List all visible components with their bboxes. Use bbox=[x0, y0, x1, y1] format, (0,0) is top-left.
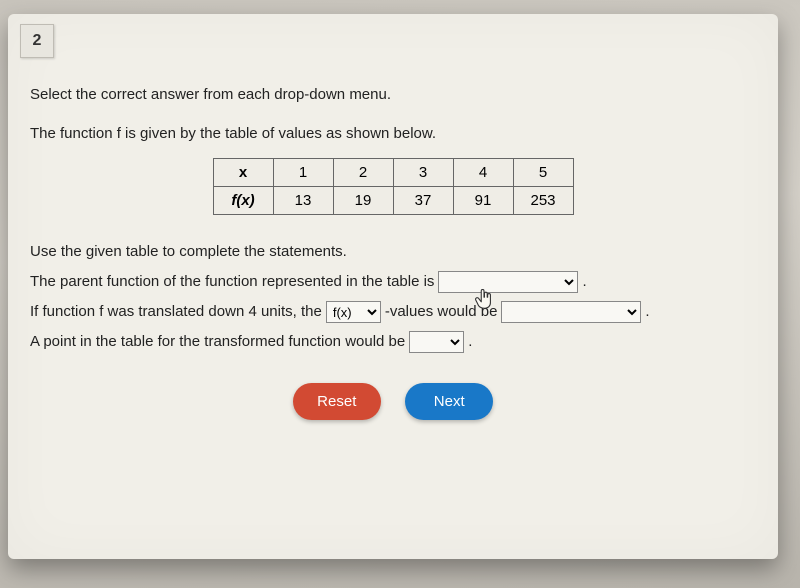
statement-text: . bbox=[468, 327, 472, 357]
table-cell: 253 bbox=[513, 187, 573, 215]
table-cell: 13 bbox=[273, 187, 333, 215]
table-cell: 91 bbox=[453, 187, 513, 215]
table-cell: 1 bbox=[273, 159, 333, 187]
table-cell: 2 bbox=[333, 159, 393, 187]
table-cell: 4 bbox=[453, 159, 513, 187]
statement-text: If function f was translated down 4 unit… bbox=[30, 297, 322, 327]
statement-point: A point in the table for the transformed… bbox=[30, 327, 756, 357]
cropped-edge-text: : i c c r f > r v h n a E bbox=[0, 0, 2, 588]
reset-button[interactable]: Reset bbox=[293, 383, 381, 420]
question-number-text: 2 bbox=[33, 32, 42, 50]
next-button[interactable]: Next bbox=[405, 383, 493, 420]
table-row: x 1 2 3 4 5 bbox=[213, 159, 573, 187]
statement-text: The parent function of the function repr… bbox=[30, 267, 434, 297]
function-table: x 1 2 3 4 5 f(x) 13 19 37 91 253 bbox=[213, 158, 574, 215]
which-values-select[interactable]: f(x) bbox=[326, 301, 381, 323]
row-label-x: x bbox=[213, 159, 273, 187]
statement-text: . bbox=[582, 267, 586, 297]
statement-text: -values would be bbox=[385, 297, 498, 327]
statements-block: Use the given table to complete the stat… bbox=[30, 237, 756, 357]
button-row: Reset Next bbox=[30, 383, 756, 420]
question-number-badge: 2 bbox=[20, 24, 54, 58]
table-cell: 37 bbox=[393, 187, 453, 215]
parent-function-select[interactable] bbox=[438, 271, 578, 293]
new-values-select[interactable] bbox=[501, 301, 641, 323]
table-cell: 5 bbox=[513, 159, 573, 187]
point-select[interactable] bbox=[409, 331, 464, 353]
statement-text: A point in the table for the transformed… bbox=[30, 327, 405, 357]
question-card: 2 Select the correct answer from each dr… bbox=[8, 14, 778, 559]
row-label-fx: f(x) bbox=[213, 187, 273, 215]
statement-text: Use the given table to complete the stat… bbox=[30, 237, 347, 267]
statement-intro: Use the given table to complete the stat… bbox=[30, 237, 756, 267]
statement-translation: If function f was translated down 4 unit… bbox=[30, 297, 756, 327]
table-row: f(x) 13 19 37 91 253 bbox=[213, 187, 573, 215]
photo-viewport: : i c c r f > r v h n a E 2 Select the c… bbox=[0, 0, 800, 588]
table-cell: 3 bbox=[393, 159, 453, 187]
statement-text: . bbox=[645, 297, 649, 327]
instruction-sub: The function f is given by the table of … bbox=[30, 125, 756, 142]
statement-parent-function: The parent function of the function repr… bbox=[30, 267, 756, 297]
table-cell: 19 bbox=[333, 187, 393, 215]
instruction-main: Select the correct answer from each drop… bbox=[30, 86, 756, 103]
